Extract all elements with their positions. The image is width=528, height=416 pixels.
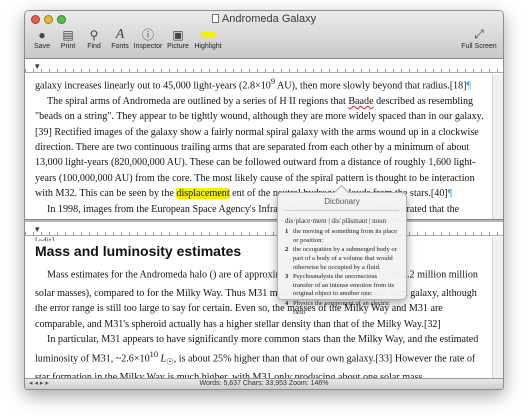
citation-link[interactable]: [18] xyxy=(450,80,467,91)
window-title-text: Andromeda Galaxy xyxy=(221,13,317,25)
paragraph: Mass estimates for the Andromeda halo ()… xyxy=(35,263,485,332)
misspelled-word[interactable]: Baade xyxy=(348,96,373,107)
toolbar-picture-label: Picture xyxy=(167,43,189,50)
sense-text: the occupation by a submerged body or pa… xyxy=(293,246,397,271)
fonts-icon: A xyxy=(115,26,125,42)
sense-text: Physics the component of an electric fie… xyxy=(293,299,390,316)
scrollbar-bottom-pane[interactable] xyxy=(492,237,503,385)
sense-number: 1 xyxy=(285,228,289,236)
text-run: , is about 25% higher than that of our o… xyxy=(173,353,376,365)
paragraph: The spiral arms of Andromeda are outline… xyxy=(35,94,485,202)
sense-text: Psychoanalysis the unconscious transfer … xyxy=(293,273,395,298)
paragraph: In 1998, images from the European Space … xyxy=(47,203,460,215)
tab-stop-marker[interactable]: ▾ xyxy=(35,224,40,235)
toolbar-inspector-button[interactable]: ⓘ Inspector xyxy=(133,26,163,57)
find-icon: ⚲ xyxy=(89,27,99,42)
toolbar-print-button[interactable]: ▤ Print xyxy=(55,26,81,57)
dictionary-sense: 2 the occupation by a submerged body or p… xyxy=(285,246,399,272)
sense-number: 2 xyxy=(285,246,289,254)
subscript: ☉ xyxy=(166,357,174,367)
ruler-bottom[interactable]: ▾ xyxy=(25,222,503,236)
text-run: AU), then more slowly beyond that radius… xyxy=(275,80,450,92)
toolbar-highlight-button[interactable]: Highlight xyxy=(193,26,223,57)
picture-icon: ▣ xyxy=(172,27,184,42)
toolbar-find-button[interactable]: ⚲ Find xyxy=(81,26,107,57)
scrollbar-top-pane[interactable] xyxy=(492,74,503,220)
superscript: 10 xyxy=(149,350,159,360)
edit-link[interactable]: [edit] xyxy=(35,237,485,241)
sense-text: the moving of something from its place o… xyxy=(293,228,398,244)
print-icon: ▤ xyxy=(62,27,74,42)
save-icon: ● xyxy=(38,27,46,42)
unit-symbol: L xyxy=(158,353,167,365)
dictionary-title: Dictionary xyxy=(285,197,399,211)
pilcrow-mark: ¶ xyxy=(447,188,453,200)
toolbar-inspector-label: Inspector xyxy=(133,43,163,50)
highlight-icon xyxy=(193,26,223,43)
toolbar-fonts-button[interactable]: A Fonts xyxy=(107,26,133,57)
toolbar-find-label: Find xyxy=(87,43,101,50)
pilcrow-mark: ¶ xyxy=(466,80,472,92)
app-window: Andromeda Galaxy ● Save ▤ Print ⚲ Find A… xyxy=(24,10,504,390)
dictionary-popover[interactable]: Dictionary dis·place·ment | disˈplāsmənt… xyxy=(277,192,407,316)
ruler-top[interactable]: ▾ xyxy=(25,59,503,73)
sense-number: 3 xyxy=(285,273,289,281)
full-screen-label: Full Screen xyxy=(461,43,497,50)
citation-link[interactable]: [32] xyxy=(424,319,441,330)
toolbar-save-label: Save xyxy=(34,43,50,50)
highlight-swatch xyxy=(201,31,215,38)
document-icon xyxy=(211,14,219,23)
dictionary-headword: dis·place·ment | disˈplāsmənt | noun xyxy=(285,216,387,225)
toolbar-highlight-label: Highlight xyxy=(194,43,222,50)
dictionary-sense: 1 the moving of something from its place … xyxy=(285,228,399,245)
document-pane-bottom[interactable]: [edit] Mass and luminosity estimates Mas… xyxy=(25,237,493,387)
toolbar-picture-button[interactable]: ▣ Picture xyxy=(163,26,193,57)
full-screen-icon: ⤢ xyxy=(474,27,484,41)
full-screen-button[interactable]: ⤢ Full Screen xyxy=(459,26,499,50)
toolbar: ● Save ▤ Print ⚲ Find A Fonts ⓘ Inspecto… xyxy=(29,26,223,57)
text-run: The spiral arms of Andromeda are outline… xyxy=(47,95,349,107)
inspector-icon: ⓘ xyxy=(141,28,154,42)
toolbar-print-label: Print xyxy=(60,43,76,50)
citation-link[interactable]: [40] xyxy=(431,188,448,199)
window-title: Andromeda Galaxy xyxy=(25,13,503,25)
page-nav-arrows[interactable]: ◂ ◂ ▸ ▸ xyxy=(29,379,49,389)
text-run: Mass estimates for the Andromeda halo ( xyxy=(47,269,213,281)
citation-link[interactable]: [33] xyxy=(375,354,392,365)
sense-number: 4 xyxy=(285,299,289,307)
document-pane-top[interactable]: galaxy increases linearly out to 45,000 … xyxy=(25,74,493,220)
dictionary-sense: 4 Physics the component of an electric fi… xyxy=(285,300,399,317)
document-stats: Words: 5,637 Chars: 33,953 Zoom: 146% xyxy=(199,380,329,387)
title-bar: Andromeda Galaxy ● Save ▤ Print ⚲ Find A… xyxy=(25,11,503,59)
toolbar-save-button[interactable]: ● Save xyxy=(29,26,55,57)
text-run: galaxy increases linearly out to 45,000 … xyxy=(35,80,271,92)
section-heading: Mass and luminosity estimates xyxy=(35,243,242,259)
paragraph: galaxy increases linearly out to 45,000 … xyxy=(35,74,485,94)
toolbar-fonts-label: Fonts xyxy=(111,43,129,50)
highlighted-word[interactable]: displacement xyxy=(176,188,230,200)
citation-link[interactable]: [39] xyxy=(35,127,52,138)
tab-stop-marker[interactable]: ▾ xyxy=(35,61,40,72)
dictionary-sense: 3 Psychoanalysis the unconscious transfer… xyxy=(285,273,399,299)
status-bar: ◂ ◂ ▸ ▸ Words: 5,637 Chars: 33,953 Zoom:… xyxy=(25,378,503,389)
